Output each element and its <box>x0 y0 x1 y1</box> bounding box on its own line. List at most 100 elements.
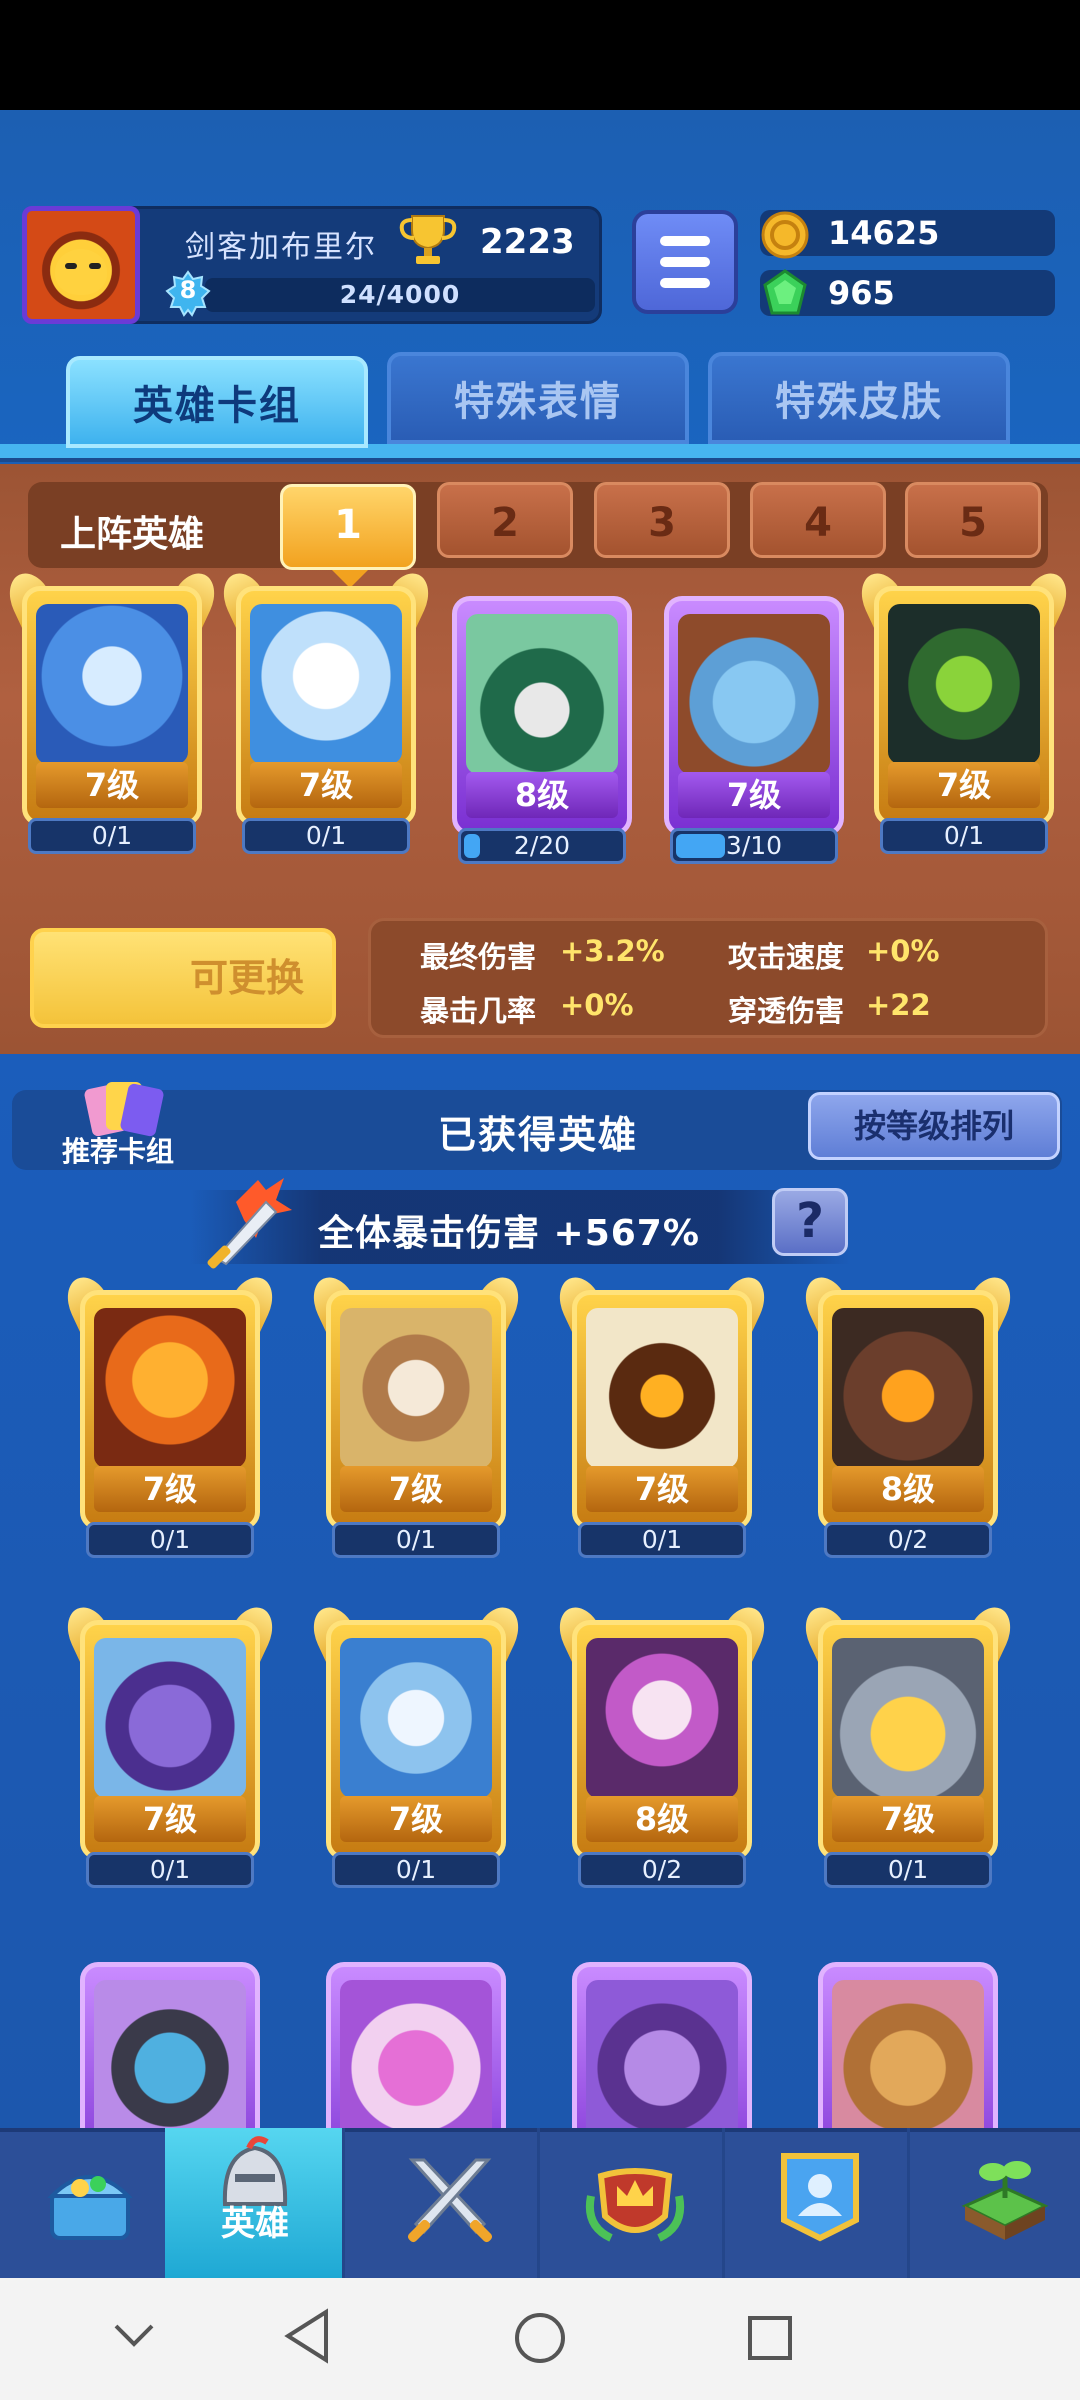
hero-portrait <box>250 604 402 764</box>
hero-level: 8级 <box>466 772 618 818</box>
stat-crit-chance-value: +0% <box>560 988 634 1022</box>
owned-hero-card[interactable]: 7级 0/1 <box>59 1600 281 1888</box>
hero-portrait <box>94 1980 246 2128</box>
hero-portrait <box>340 1980 492 2128</box>
hero-level: 7级 <box>888 762 1040 808</box>
help-button[interactable]: ? <box>772 1188 848 1256</box>
status-bar <box>0 0 1080 110</box>
hero-portrait <box>340 1308 492 1468</box>
hero-progress: 0/1 <box>880 818 1048 854</box>
deck-hero-card[interactable]: 7级 0/1 <box>215 566 437 854</box>
nav-battle[interactable] <box>360 2128 540 2278</box>
tab-special-skins[interactable]: 特殊皮肤 <box>708 352 1010 444</box>
hero-level: 7级 <box>678 772 830 818</box>
owned-hero-card[interactable]: 7级 0/1 <box>551 1270 773 1558</box>
menu-button[interactable] <box>632 210 738 314</box>
deck-hero-card[interactable]: 7级 0/1 <box>1 566 223 854</box>
crown-shield-icon <box>586 2168 684 2242</box>
deck-slot-2[interactable]: 2 <box>437 482 573 558</box>
hero-level: 7级 <box>250 762 402 808</box>
hero-portrait <box>586 1308 738 1468</box>
recommend-deck-icon[interactable] <box>82 1076 164 1138</box>
gold-coin-icon <box>761 211 809 259</box>
hero-level: 8级 <box>832 1466 984 1512</box>
nav-team[interactable] <box>730 2128 910 2278</box>
deck-hero-card[interactable]: 8级 2/20 <box>452 596 632 864</box>
stat-final-damage-value: +3.2% <box>560 934 665 968</box>
hero-progress: 0/1 <box>824 1852 992 1888</box>
recommend-deck-label[interactable]: 推荐卡组 <box>62 1130 174 1170</box>
owned-hero-card[interactable] <box>326 1962 506 2128</box>
hero-progress: 3/10 <box>670 828 838 864</box>
tab-special-emotes[interactable]: 特殊表情 <box>387 352 689 444</box>
hero-level: 7级 <box>340 1796 492 1842</box>
player-name: 剑客加布里尔 <box>185 230 377 265</box>
hero-level: 7级 <box>340 1466 492 1512</box>
hero-portrait <box>94 1638 246 1798</box>
hero-progress: 0/1 <box>242 818 410 854</box>
hero-portrait <box>94 1308 246 1468</box>
deck-slot-3[interactable]: 3 <box>594 482 730 558</box>
replace-button[interactable]: 可更换 <box>30 928 336 1028</box>
hero-level: 7级 <box>94 1466 246 1512</box>
avatar[interactable] <box>22 206 140 324</box>
hero-progress: 0/1 <box>332 1852 500 1888</box>
hero-progress: 0/2 <box>578 1852 746 1888</box>
hero-portrait <box>832 1980 984 2128</box>
deck-slot-4[interactable]: 4 <box>750 482 886 558</box>
back-icon[interactable] <box>282 2308 332 2364</box>
crit-damage-text: 全体暴击伤害 +567% <box>318 1213 700 1254</box>
xp-text: 24/4000 <box>339 280 461 309</box>
owned-hero-card[interactable]: 8级 0/2 <box>551 1600 773 1888</box>
owned-hero-card[interactable]: 7级 0/1 <box>305 1270 527 1558</box>
stat-pierce-damage-value: +22 <box>866 988 931 1022</box>
home-icon[interactable] <box>512 2310 568 2366</box>
nav-shop[interactable] <box>0 2128 180 2278</box>
sort-by-level-button[interactable]: 按等级排列 <box>808 1092 1060 1160</box>
nav-guild[interactable] <box>545 2128 725 2278</box>
deck-title: 上阵英雄 <box>60 514 205 555</box>
stat-attack-speed-label: 攻击速度 <box>728 940 845 974</box>
hero-progress: 0/1 <box>28 818 196 854</box>
owned-hero-card[interactable] <box>80 1962 260 2128</box>
hero-progress: 2/20 <box>458 828 626 864</box>
crossed-swords-icon <box>407 2158 493 2243</box>
deck-hero-card[interactable]: 7级 0/1 <box>853 566 1075 854</box>
owned-hero-card[interactable]: 7级 0/1 <box>797 1600 1019 1888</box>
gem-icon <box>763 269 807 315</box>
hero-progress: 0/2 <box>824 1522 992 1558</box>
stat-final-damage-label: 最终伤害 <box>420 940 537 974</box>
recents-icon[interactable] <box>746 2314 794 2362</box>
island-sprout-icon <box>961 2161 1049 2240</box>
hamburger-icon <box>660 236 710 246</box>
chevron-down-icon[interactable] <box>112 2318 156 2354</box>
treasure-chest-icon <box>47 2175 133 2240</box>
hero-level: 7级 <box>36 762 188 808</box>
team-icon <box>781 2153 859 2242</box>
gem-amount: 965 <box>828 274 895 312</box>
hero-portrait <box>832 1308 984 1468</box>
nav-island[interactable] <box>915 2128 1080 2278</box>
tab-hero-deck[interactable]: 英雄卡组 <box>66 356 368 448</box>
hero-portrait <box>36 604 188 764</box>
deck-slot-1[interactable]: 1 <box>280 484 416 570</box>
deck-slot-5[interactable]: 5 <box>905 482 1041 558</box>
hero-progress: 0/1 <box>86 1522 254 1558</box>
hero-portrait <box>466 614 618 774</box>
hero-portrait <box>340 1638 492 1798</box>
owned-hero-card[interactable] <box>572 1962 752 2128</box>
owned-heroes-title: 已获得英雄 <box>438 1113 639 1157</box>
stat-attack-speed-value: +0% <box>866 934 940 968</box>
hero-level: 7级 <box>832 1796 984 1842</box>
hero-progress: 0/1 <box>578 1522 746 1558</box>
owned-hero-card[interactable]: 7级 0/1 <box>305 1600 527 1888</box>
owned-hero-card[interactable] <box>818 1962 998 2128</box>
deck-hero-card[interactable]: 7级 3/10 <box>664 596 844 864</box>
owned-hero-card[interactable]: 8级 0/2 <box>797 1270 1019 1558</box>
system-navigation-bar <box>0 2278 1080 2400</box>
owned-hero-card[interactable]: 7级 0/1 <box>59 1270 281 1558</box>
hero-portrait <box>586 1980 738 2128</box>
hero-portrait <box>888 604 1040 764</box>
hero-level: 7级 <box>94 1796 246 1842</box>
hero-portrait <box>586 1638 738 1798</box>
